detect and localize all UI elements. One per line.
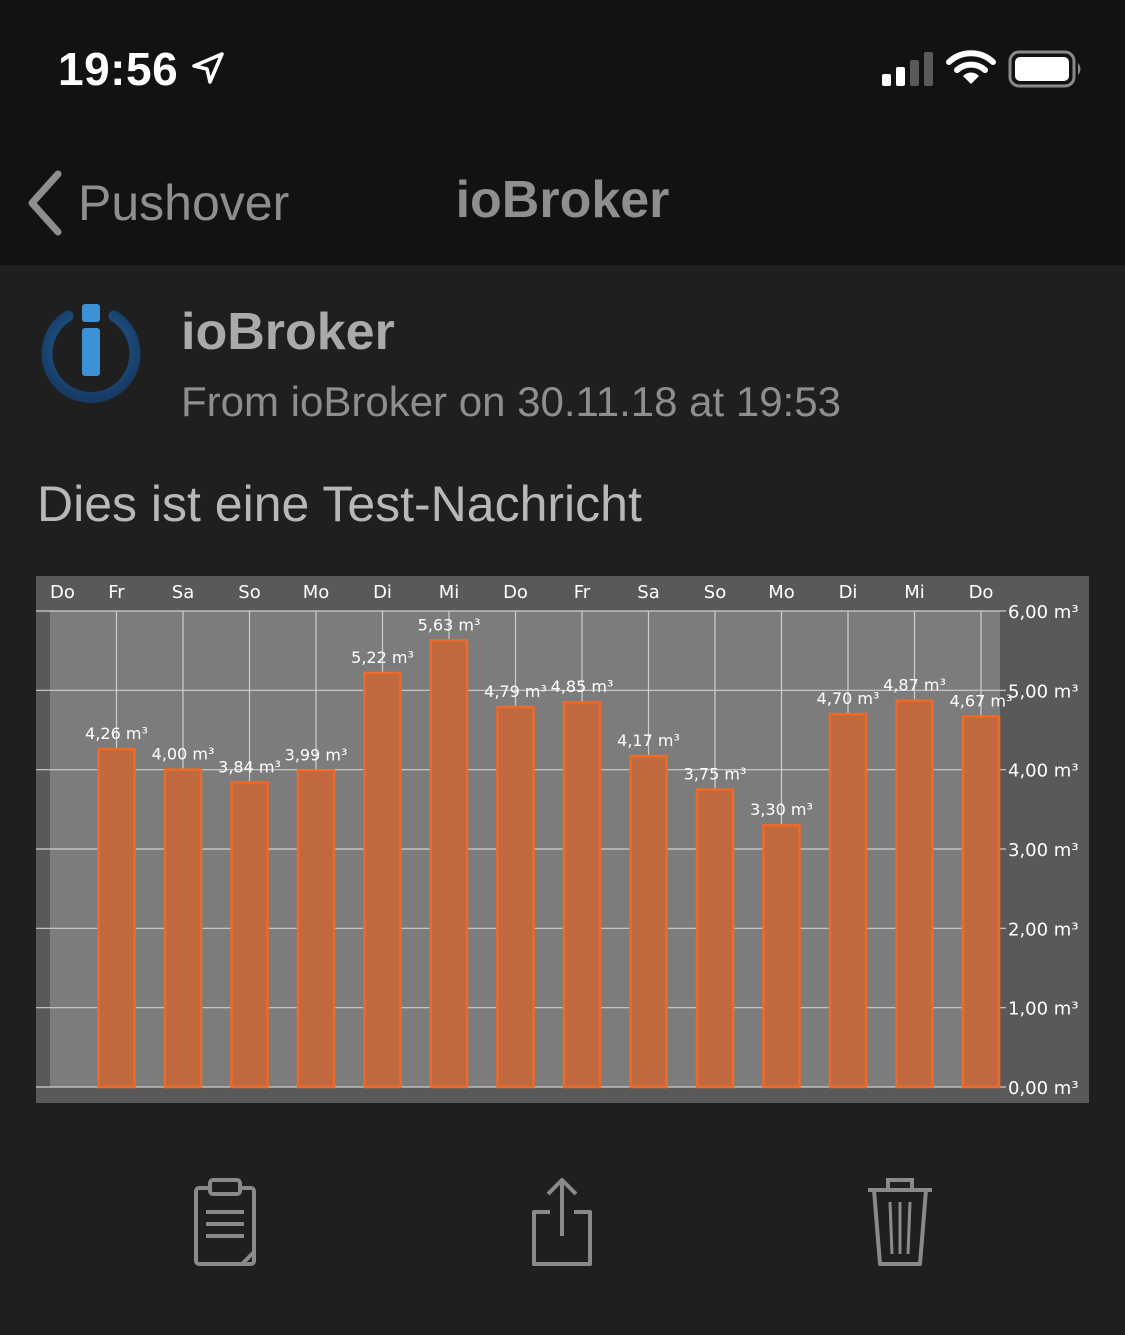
chart-bar	[163, 768, 203, 1089]
wifi-icon	[946, 50, 996, 84]
y-tick-label: 2,00 m³	[1008, 919, 1079, 940]
chart-bar	[296, 769, 336, 1089]
x-tick-label: Do	[50, 582, 75, 603]
x-tick-label: Fr	[108, 582, 125, 603]
bar-value-label: 5,22 m³	[351, 648, 414, 667]
x-tick-label: Fr	[574, 582, 591, 603]
y-tick-label: 1,00 m³	[1008, 999, 1079, 1020]
cellular-signal-icon	[882, 52, 933, 86]
bar-value-label: 3,99 m³	[285, 745, 348, 764]
bar-value-label: 3,75 m³	[684, 765, 747, 784]
status-bar: 19:56	[0, 0, 1125, 140]
x-tick-label: Mo	[303, 582, 330, 603]
location-arrow-icon	[192, 52, 224, 84]
bar-value-label: 4,70 m³	[817, 689, 880, 708]
chart-bar	[895, 699, 934, 1089]
chart-bar	[762, 823, 801, 1089]
water-usage-chart: 0,00 m³ 1,00 m³ 2,00 m³ 3,00 m³ 4,00 m³ 5,00 …	[36, 576, 1089, 1103]
sender-name: ioBroker	[181, 303, 395, 361]
x-tick-label: Di	[839, 582, 858, 603]
bar-value-label: 3,30 m³	[750, 800, 813, 819]
chart-bar	[629, 754, 668, 1089]
battery-icon	[1008, 50, 1081, 88]
x-tick-label: Mi	[904, 582, 925, 603]
x-tick-label: Sa	[637, 582, 659, 603]
y-tick-label: 5,00 m³	[1008, 681, 1079, 702]
y-tick-label: 0,00 m³	[1008, 1078, 1079, 1099]
action-bar	[0, 1170, 1125, 1280]
chart-bar	[695, 788, 735, 1089]
chart-bar	[496, 705, 535, 1089]
x-tick-label: Mi	[439, 582, 460, 603]
x-tick-label: So	[238, 582, 260, 603]
y-tick-label: 4,00 m³	[1008, 761, 1079, 782]
x-tick-label: Sa	[172, 582, 194, 603]
share-icon	[532, 1178, 592, 1266]
status-time: 19:56	[58, 43, 179, 95]
y-tick-label: 6,00 m³	[1008, 602, 1079, 623]
clipboard-icon	[194, 1178, 256, 1266]
chart-bar	[961, 715, 1001, 1089]
bar-value-label: 4,00 m³	[152, 745, 215, 764]
y-tick-label: 3,00 m³	[1008, 840, 1079, 861]
chart-bar	[230, 781, 269, 1089]
message-meta: From ioBroker on 30.11.18 at 19:53	[181, 378, 841, 425]
bar-value-label: 3,84 m³	[218, 757, 281, 776]
bar-value-label: 4,26 m³	[85, 724, 148, 743]
chart-bar	[429, 639, 469, 1089]
bar-value-label: 4,67 m³	[950, 692, 1013, 711]
x-tick-label: Do	[969, 582, 994, 603]
delete-button[interactable]	[862, 1170, 938, 1270]
chart-bar	[562, 700, 602, 1089]
bar-value-label: 4,87 m³	[883, 676, 946, 695]
x-tick-label: Do	[503, 582, 528, 603]
chart-bar	[828, 712, 868, 1089]
navigation-bar: Pushover ioBroker	[0, 140, 1125, 265]
message-body: Dies ist eine Test-Nachricht	[37, 476, 642, 532]
page-title: ioBroker	[455, 171, 670, 229]
bar-value-label: 4,85 m³	[551, 677, 614, 696]
x-tick-label: Di	[373, 582, 392, 603]
bar-value-label: 5,63 m³	[418, 615, 481, 634]
bar-value-label: 4,79 m³	[484, 682, 547, 701]
x-tick-label: So	[704, 582, 726, 603]
trash-icon	[868, 1178, 932, 1266]
bar-value-label: 4,17 m³	[617, 731, 680, 750]
share-button[interactable]	[526, 1170, 598, 1270]
chart-bar	[97, 747, 136, 1089]
copy-button[interactable]	[190, 1170, 260, 1270]
iobroker-logo-icon	[41, 304, 141, 403]
x-tick-label: Mo	[768, 582, 795, 603]
chart-bar	[363, 671, 402, 1089]
